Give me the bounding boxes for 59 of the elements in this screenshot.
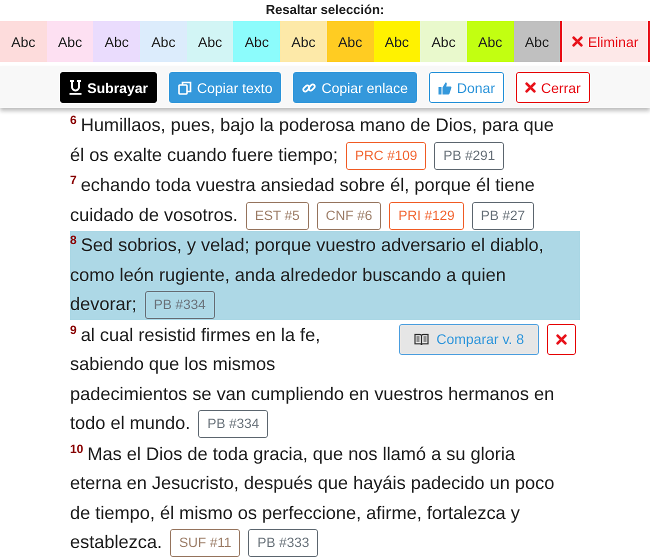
verse-text: de tiempo, él mismo os perfeccione, afirme, fortalezca y — [70, 502, 520, 522]
verse-text: Humillaos, pues, bajo la poderosa mano de Dios, para que — [80, 115, 554, 135]
verse-text: padecimientos se van cumpliendo en vuestros hermanos en — [70, 384, 554, 404]
compare-button[interactable]: Comparar v. 8 — [399, 324, 539, 354]
verse-text: echando toda vuestra ansiedad sobre él, porque él tiene — [80, 175, 535, 195]
verse-text: Mas el Dios de toda gracia, que nos llamó a su gloria — [87, 444, 515, 464]
toolbar-button[interactable]: Subrayar — [60, 72, 157, 103]
verse-text: todo el mundo. — [70, 413, 190, 433]
toolbar-button[interactable]: Donar — [428, 72, 504, 103]
highlight-swatch[interactable]: Abc — [0, 21, 47, 62]
reference-tag[interactable]: EST #5 — [246, 202, 309, 230]
link-icon — [302, 80, 316, 94]
reference-tag[interactable]: CNF #6 — [316, 202, 382, 230]
highlight-swatch[interactable]: Abc — [420, 21, 467, 62]
highlight-swatch[interactable]: Abc — [514, 21, 560, 62]
highlight-swatch[interactable]: Abc — [280, 21, 327, 62]
toolbar-button[interactable]: Copiar enlace — [293, 72, 417, 103]
reference-tag[interactable]: PB #333 — [248, 529, 318, 558]
copy-icon — [178, 80, 192, 94]
verse-text: Sed sobrios, y velad; porque vuestro adversario el diablo, — [80, 235, 544, 255]
verse-text: como león rugiente, anda alrededor buscando a quien — [70, 264, 506, 284]
close-icon — [525, 82, 536, 93]
book-icon — [414, 332, 430, 346]
reference-tag[interactable]: PB #291 — [434, 142, 504, 170]
toolbar-button[interactable]: Copiar texto — [169, 72, 282, 103]
verse-text: cuidado de vosotros. — [70, 204, 238, 224]
toolbar-button[interactable]: Cerrar — [516, 72, 590, 103]
reference-tag[interactable]: SUF #11 — [170, 529, 240, 558]
verse-text: sabiendo que los mismos — [70, 354, 276, 374]
close-icon — [572, 36, 583, 47]
verse-text: él os exalte cuando fuere tiempo; — [70, 144, 338, 164]
verse-number: 9 — [70, 322, 77, 336]
reference-tag[interactable]: PB #334 — [144, 291, 215, 320]
verse-number: 10 — [70, 442, 84, 456]
reference-tag[interactable]: PB #334 — [198, 410, 268, 438]
verse-text: al cual resistid firmes en la fe, — [80, 324, 320, 344]
highlight-swatch[interactable]: Abc — [326, 21, 374, 62]
reference-tag[interactable]: PB #27 — [472, 202, 534, 230]
reference-tag[interactable]: PRC #109 — [346, 142, 426, 170]
verse-number: 6 — [70, 113, 77, 127]
highlight-swatch[interactable]: Abc — [466, 21, 514, 62]
thumbs-up-icon — [438, 80, 452, 94]
verse-number: 7 — [70, 173, 77, 187]
highlight-swatch[interactable]: Abc — [140, 21, 187, 62]
highlight-swatch[interactable]: Abc — [46, 21, 94, 62]
verse-number: 8 — [70, 233, 77, 247]
verse-text: eterna en Jesucristo, después que hayáis padecido un poco — [70, 473, 554, 493]
highlight-swatch[interactable]: Abc — [374, 21, 420, 62]
highlight-swatch[interactable]: Abc — [93, 21, 140, 62]
reference-tag[interactable]: PRI #129 — [389, 202, 464, 230]
verse-text: devorar; — [70, 294, 137, 314]
highlight-title: Resaltar selección: — [264, 1, 386, 19]
highlight-swatch[interactable]: Abc — [233, 21, 280, 62]
remove-highlight-button[interactable]: Eliminar — [560, 21, 650, 62]
underline-icon — [69, 80, 82, 95]
close-icon — [556, 334, 567, 344]
highlight-swatch[interactable]: Abc — [186, 21, 234, 62]
close-button[interactable] — [547, 324, 576, 354]
verse-text: establezca. — [70, 532, 162, 552]
